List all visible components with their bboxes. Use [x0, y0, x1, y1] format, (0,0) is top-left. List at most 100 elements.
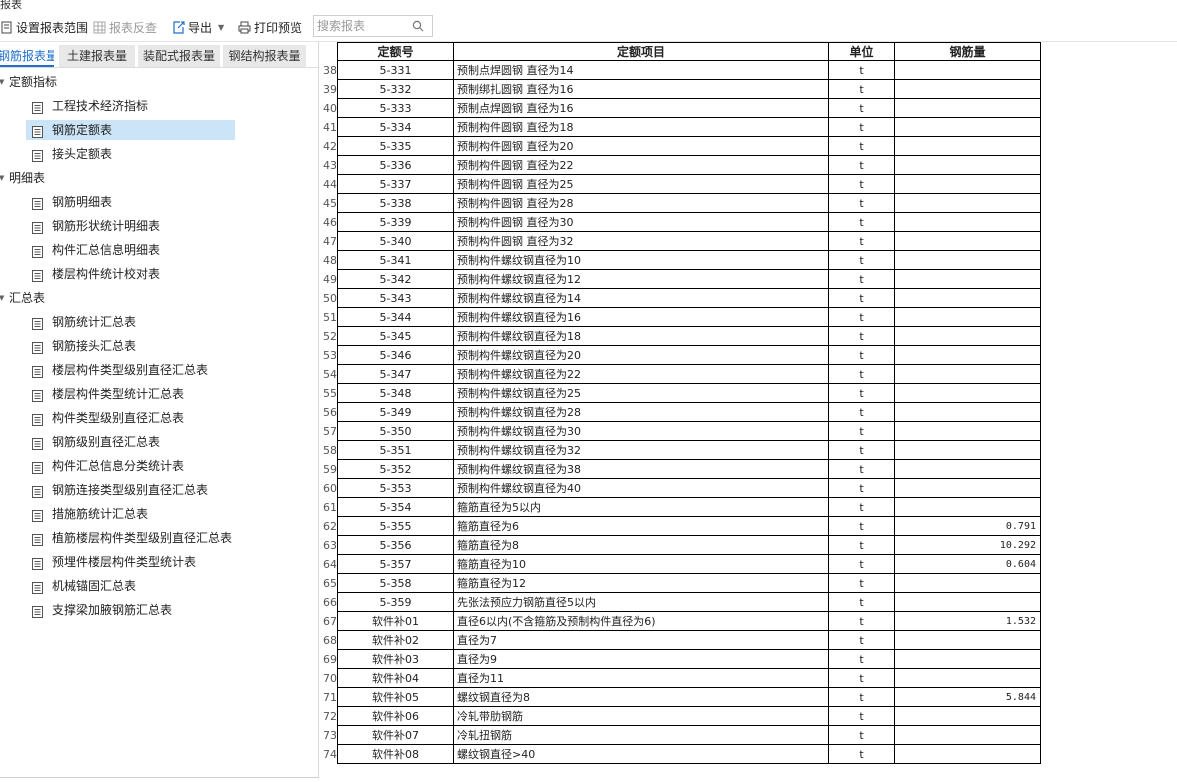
cell-amount[interactable]: [895, 460, 1041, 479]
cell-name[interactable]: 预制构件螺纹钢直径为14: [454, 289, 829, 308]
cell-amount[interactable]: [895, 289, 1041, 308]
cell-code[interactable]: 5-333: [337, 99, 454, 118]
cell-amount[interactable]: [895, 384, 1041, 403]
chevron-down-icon[interactable]: ▼: [218, 23, 224, 32]
cell-code[interactable]: 软件补04: [337, 669, 454, 688]
cell-code[interactable]: 5-340: [337, 232, 454, 251]
cell-amount[interactable]: [895, 270, 1041, 289]
cell-unit[interactable]: t: [829, 517, 895, 536]
tree-item[interactable]: 钢筋接头汇总表: [26, 336, 235, 356]
cell-name[interactable]: 预制构件螺纹钢直径为28: [454, 403, 829, 422]
cell-name[interactable]: 预制构件螺纹钢直径为20: [454, 346, 829, 365]
tab-prefab-report[interactable]: 装配式报表量: [138, 45, 220, 67]
cell-unit[interactable]: t: [829, 441, 895, 460]
cell-name[interactable]: 直径为9: [454, 650, 829, 669]
cell-amount[interactable]: 5.844: [895, 688, 1041, 707]
tree-item[interactable]: 工程技术经济指标: [26, 96, 235, 116]
cell-code[interactable]: 5-334: [337, 118, 454, 137]
cell-amount[interactable]: [895, 308, 1041, 327]
cell-unit[interactable]: t: [829, 631, 895, 650]
cell-name[interactable]: 预制构件螺纹钢直径为25: [454, 384, 829, 403]
cell-name[interactable]: 预制构件圆钢 直径为18: [454, 118, 829, 137]
cell-unit[interactable]: t: [829, 99, 895, 118]
cell-code[interactable]: 软件补05: [337, 688, 454, 707]
tab-rebar-report[interactable]: 钢筋报表量: [0, 45, 54, 67]
cell-amount[interactable]: [895, 669, 1041, 688]
tree-item[interactable]: 钢筋级别直径汇总表: [26, 432, 235, 452]
cell-code[interactable]: 5-352: [337, 460, 454, 479]
cell-code[interactable]: 5-338: [337, 194, 454, 213]
cell-amount[interactable]: [895, 726, 1041, 745]
cell-name[interactable]: 箍筋直径为6: [454, 517, 829, 536]
cell-name[interactable]: 箍筋直径为5以内: [454, 498, 829, 517]
cell-code[interactable]: 5-356: [337, 536, 454, 555]
cell-code[interactable]: 5-343: [337, 289, 454, 308]
cell-unit[interactable]: t: [829, 232, 895, 251]
cell-code[interactable]: 软件补02: [337, 631, 454, 650]
cell-name[interactable]: 预制构件圆钢 直径为28: [454, 194, 829, 213]
cell-unit[interactable]: t: [829, 270, 895, 289]
cell-amount[interactable]: [895, 232, 1041, 251]
cell-amount[interactable]: [895, 118, 1041, 137]
cell-code[interactable]: 5-342: [337, 270, 454, 289]
cell-amount[interactable]: [895, 61, 1041, 80]
tree-group[interactable]: ▼ 汇总表: [0, 288, 300, 308]
cell-amount[interactable]: [895, 745, 1041, 764]
cell-code[interactable]: 5-336: [337, 156, 454, 175]
cell-amount[interactable]: [895, 327, 1041, 346]
cell-name[interactable]: 冷轧带肋钢筋: [454, 707, 829, 726]
cell-name[interactable]: 预制构件螺纹钢直径为12: [454, 270, 829, 289]
cell-unit[interactable]: t: [829, 327, 895, 346]
cell-code[interactable]: 5-354: [337, 498, 454, 517]
cell-amount[interactable]: [895, 574, 1041, 593]
cell-name[interactable]: 直径6以内(不含箍筋及预制构件直径为6): [454, 612, 829, 631]
export-button[interactable]: 导出 ▼: [172, 17, 224, 37]
cell-amount[interactable]: [895, 251, 1041, 270]
cell-code[interactable]: 5-331: [337, 61, 454, 80]
cell-code[interactable]: 软件补08: [337, 745, 454, 764]
expand-caret-icon[interactable]: ▼: [0, 72, 4, 92]
tree-item[interactable]: 植筋楼层构件类型级别直径汇总表: [26, 528, 235, 548]
cell-unit[interactable]: t: [829, 308, 895, 327]
cell-unit[interactable]: t: [829, 536, 895, 555]
tree-item[interactable]: 钢筋形状统计明细表: [26, 216, 235, 236]
cell-name[interactable]: 预制点焊圆钢 直径为16: [454, 99, 829, 118]
cell-amount[interactable]: [895, 365, 1041, 384]
cell-amount[interactable]: 0.604: [895, 555, 1041, 574]
cell-name[interactable]: 冷轧扭钢筋: [454, 726, 829, 745]
cell-amount[interactable]: [895, 213, 1041, 232]
cell-name[interactable]: 预制构件螺纹钢直径为10: [454, 251, 829, 270]
cell-name[interactable]: 螺纹钢直径为8: [454, 688, 829, 707]
tree-item[interactable]: 措施筋统计汇总表: [26, 504, 235, 524]
cell-amount[interactable]: [895, 422, 1041, 441]
tree-item[interactable]: 构件汇总信息分类统计表: [26, 456, 235, 476]
cell-amount[interactable]: [895, 99, 1041, 118]
cell-unit[interactable]: t: [829, 137, 895, 156]
cell-unit[interactable]: t: [829, 479, 895, 498]
print-preview-button[interactable]: 打印预览: [238, 17, 302, 37]
cell-code[interactable]: 5-346: [337, 346, 454, 365]
cell-code[interactable]: 5-350: [337, 422, 454, 441]
cell-code[interactable]: 5-337: [337, 175, 454, 194]
tree-item[interactable]: 楼层构件类型级别直径汇总表: [26, 360, 235, 380]
cell-unit[interactable]: t: [829, 650, 895, 669]
cell-amount[interactable]: [895, 479, 1041, 498]
cell-amount[interactable]: [895, 80, 1041, 99]
tree-item[interactable]: 钢筋明细表: [26, 192, 235, 212]
cell-name[interactable]: 预制构件圆钢 直径为30: [454, 213, 829, 232]
cell-unit[interactable]: t: [829, 460, 895, 479]
cell-amount[interactable]: [895, 175, 1041, 194]
cell-unit[interactable]: t: [829, 80, 895, 99]
tree-item[interactable]: 机械锚固汇总表: [26, 576, 235, 596]
expand-caret-icon[interactable]: ▼: [0, 288, 4, 308]
cell-code[interactable]: 5-357: [337, 555, 454, 574]
tree-group[interactable]: ▼ 明细表: [0, 168, 300, 188]
cell-unit[interactable]: t: [829, 61, 895, 80]
search-icon[interactable]: [412, 20, 424, 32]
cell-unit[interactable]: t: [829, 422, 895, 441]
cell-name[interactable]: 预制构件螺纹钢直径为16: [454, 308, 829, 327]
cell-amount[interactable]: 0.791: [895, 517, 1041, 536]
cell-code[interactable]: 5-351: [337, 441, 454, 460]
cell-unit[interactable]: t: [829, 745, 895, 764]
cell-unit[interactable]: t: [829, 688, 895, 707]
